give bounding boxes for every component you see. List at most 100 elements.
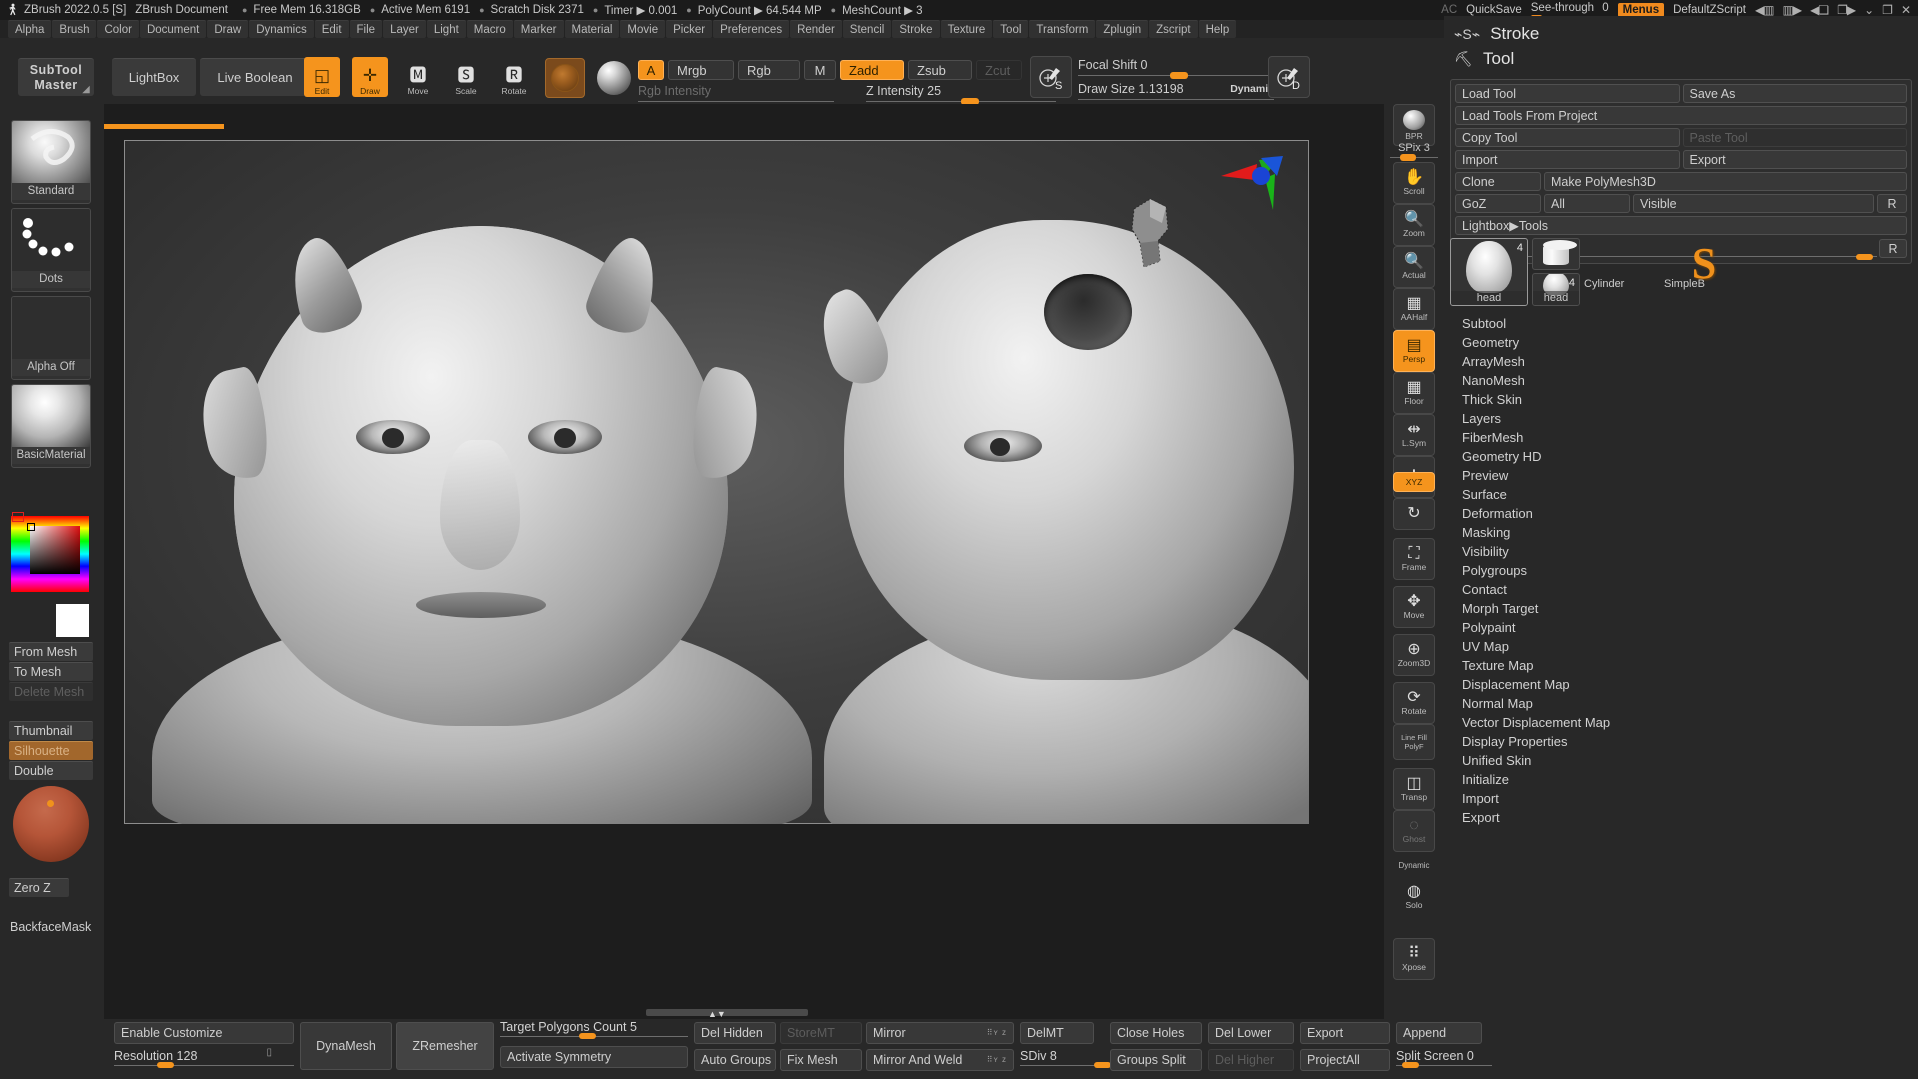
target-polygons-count-slider[interactable]: Target Polygons Count 5 [500, 1020, 688, 1037]
from-mesh-button[interactable]: From Mesh [9, 642, 93, 661]
current-brush-thumbnail[interactable] [545, 58, 585, 98]
groups-split-button[interactable]: Groups Split [1110, 1049, 1202, 1071]
solo-button[interactable]: ◍ Solo [1393, 876, 1435, 918]
menu-item-zscript[interactable]: Zscript [1149, 20, 1198, 38]
menu-item-preferences[interactable]: Preferences [713, 20, 789, 38]
menu-item-tool[interactable]: Tool [993, 20, 1028, 38]
navigation-preview-head[interactable] [1124, 195, 1176, 271]
menu-item-render[interactable]: Render [790, 20, 842, 38]
actual-size-button[interactable]: 🔍 Actual [1393, 246, 1435, 288]
import-button[interactable]: Import [1455, 150, 1680, 169]
panel-collapse-left-icon[interactable]: ◀❏ [1810, 3, 1828, 17]
color-picker[interactable] [11, 516, 89, 592]
subtool-master-button[interactable]: SubTool Master ◢ [18, 58, 94, 96]
menu-item-edit[interactable]: Edit [315, 20, 349, 38]
subpalette-contact[interactable]: Contact [1450, 580, 1912, 599]
brush-palette-button[interactable]: Standard [11, 120, 91, 204]
del-lower-button[interactable]: Del Lower [1208, 1022, 1294, 1044]
goz-visible-button[interactable]: Visible [1633, 194, 1874, 213]
edit-mode-button[interactable]: ◱ Edit [304, 57, 340, 97]
rotate-nav-button[interactable]: ⟳ Rotate [1393, 682, 1435, 724]
local-symmetry-button[interactable]: ⇹ L.Sym [1393, 414, 1435, 456]
panel-collapse-right-icon[interactable]: ❐▶ [1837, 3, 1855, 17]
subpalette-geometry[interactable]: Geometry [1450, 333, 1912, 352]
draw-size-slider[interactable]: Draw Size 1.13198 Dynamic [1078, 82, 1274, 100]
subpalette-uv-map[interactable]: UV Map [1450, 637, 1912, 656]
zoom3d-button[interactable]: ⊕ Zoom3D [1393, 634, 1435, 676]
goz-all-button[interactable]: All [1544, 194, 1630, 213]
subpalette-preview[interactable]: Preview [1450, 466, 1912, 485]
menu-item-stroke[interactable]: Stroke [892, 20, 939, 38]
export-button[interactable]: Export [1683, 150, 1908, 169]
menu-item-stencil[interactable]: Stencil [843, 20, 892, 38]
aahalf-button[interactable]: ▦ AAHalf [1393, 288, 1435, 330]
subpalette-displacement-map[interactable]: Displacement Map [1450, 675, 1912, 694]
subpalette-nanomesh[interactable]: NanoMesh [1450, 371, 1912, 390]
alpha-palette-button[interactable]: Alpha Off [11, 296, 91, 380]
thumbnail-button[interactable]: Thumbnail [9, 721, 93, 740]
tray-left-icon[interactable]: ◀▥ [1755, 3, 1774, 17]
rotate-snap-button[interactable]: ↻ [1393, 498, 1435, 530]
mirror-weld-xyz-icon[interactable]: ⠿ʏ ᴢ [987, 1055, 1007, 1064]
subpalette-import[interactable]: Import [1450, 789, 1912, 808]
transparency-button[interactable]: ◫ Transp [1393, 768, 1435, 810]
preview-sphere[interactable] [13, 786, 89, 862]
subpalette-masking[interactable]: Masking [1450, 523, 1912, 542]
goz-r-button[interactable]: R [1877, 194, 1907, 213]
subpalette-polypaint[interactable]: Polypaint [1450, 618, 1912, 637]
menu-item-light[interactable]: Light [427, 20, 466, 38]
menu-item-draw[interactable]: Draw [207, 20, 248, 38]
close-holes-button[interactable]: Close Holes [1110, 1022, 1202, 1044]
scroll-button[interactable]: ✋ Scroll [1393, 162, 1435, 204]
sdiv-slider[interactable]: SDiv 8 [1020, 1049, 1108, 1066]
spix-slider[interactable]: SPix 3 [1390, 142, 1438, 158]
menu-item-dynamics[interactable]: Dynamics [249, 20, 313, 38]
rgb-intensity-slider[interactable]: Rgb Intensity [638, 84, 834, 102]
xpose-button[interactable]: ⠿ Xpose [1393, 938, 1435, 980]
preview-light-handle[interactable] [47, 800, 54, 807]
scale-mode-button[interactable]: 🆂 Scale [448, 57, 484, 97]
menu-item-movie[interactable]: Movie [620, 20, 665, 38]
mirror-and-weld-button[interactable]: Mirror And Weld ⠿ʏ ᴢ [866, 1049, 1014, 1071]
material-palette-button[interactable]: BasicMaterial [11, 384, 91, 468]
menu-item-brush[interactable]: Brush [52, 20, 96, 38]
zadd-button[interactable]: Zadd [840, 60, 904, 80]
close-icon[interactable]: ✕ [1901, 3, 1910, 17]
tool-thumbnail-head-small[interactable]: 4 head [1532, 273, 1580, 306]
menu-item-texture[interactable]: Texture [941, 20, 993, 38]
canvas-h-scrollbar[interactable] [646, 1009, 808, 1016]
zoom-button[interactable]: 🔍 Zoom [1393, 204, 1435, 246]
split-screen-slider[interactable]: Split Screen 0 [1396, 1049, 1492, 1066]
ac-label[interactable]: AC [1441, 4, 1457, 16]
zero-z-button[interactable]: Zero Z [9, 878, 69, 897]
backface-mask-button[interactable]: BackfaceMask [5, 917, 97, 936]
del-hidden-button[interactable]: Del Hidden [694, 1022, 776, 1044]
subpalette-fibermesh[interactable]: FiberMesh [1450, 428, 1912, 447]
alpha-toggle-button[interactable]: A [638, 60, 664, 80]
load-tools-from-project-button[interactable]: Load Tools From Project [1455, 106, 1907, 125]
persp-button[interactable]: ▤ Persp [1393, 330, 1435, 372]
stroke-palette-button[interactable]: Dots [11, 208, 91, 292]
polyframe-button[interactable]: Line Fill PolyF [1393, 724, 1435, 760]
draw-mode-button[interactable]: ✛ Draw [352, 57, 388, 97]
menu-item-file[interactable]: File [350, 20, 383, 38]
subpalette-subtool[interactable]: Subtool [1450, 314, 1912, 333]
append-button[interactable]: Append [1396, 1022, 1482, 1044]
subpalette-deformation[interactable]: Deformation [1450, 504, 1912, 523]
projectall-button[interactable]: ProjectAll [1300, 1049, 1390, 1071]
export-bottom-button[interactable]: Export [1300, 1022, 1390, 1044]
secondary-color-swatch[interactable] [56, 604, 89, 637]
bpr-render-button[interactable]: BPR [1393, 104, 1435, 146]
make-polymesh3d-button[interactable]: Make PolyMesh3D [1544, 172, 1907, 191]
save-as-button[interactable]: Save As [1683, 84, 1908, 103]
menu-item-picker[interactable]: Picker [666, 20, 712, 38]
z-intensity-slider[interactable]: Z Intensity 25 [866, 84, 1056, 102]
double-button[interactable]: Double [9, 761, 93, 780]
load-tool-button[interactable]: Load Tool [1455, 84, 1680, 103]
dynamesh-button[interactable]: DynaMesh [300, 1022, 392, 1070]
to-mesh-button[interactable]: To Mesh [9, 662, 93, 681]
menu-item-help[interactable]: Help [1199, 20, 1237, 38]
zremesher-button[interactable]: ZRemesher [396, 1022, 494, 1070]
move-mode-button[interactable]: 🅼 Move [400, 57, 436, 97]
mirror-button[interactable]: Mirror ⠿ʏ ᴢ [866, 1022, 1014, 1044]
